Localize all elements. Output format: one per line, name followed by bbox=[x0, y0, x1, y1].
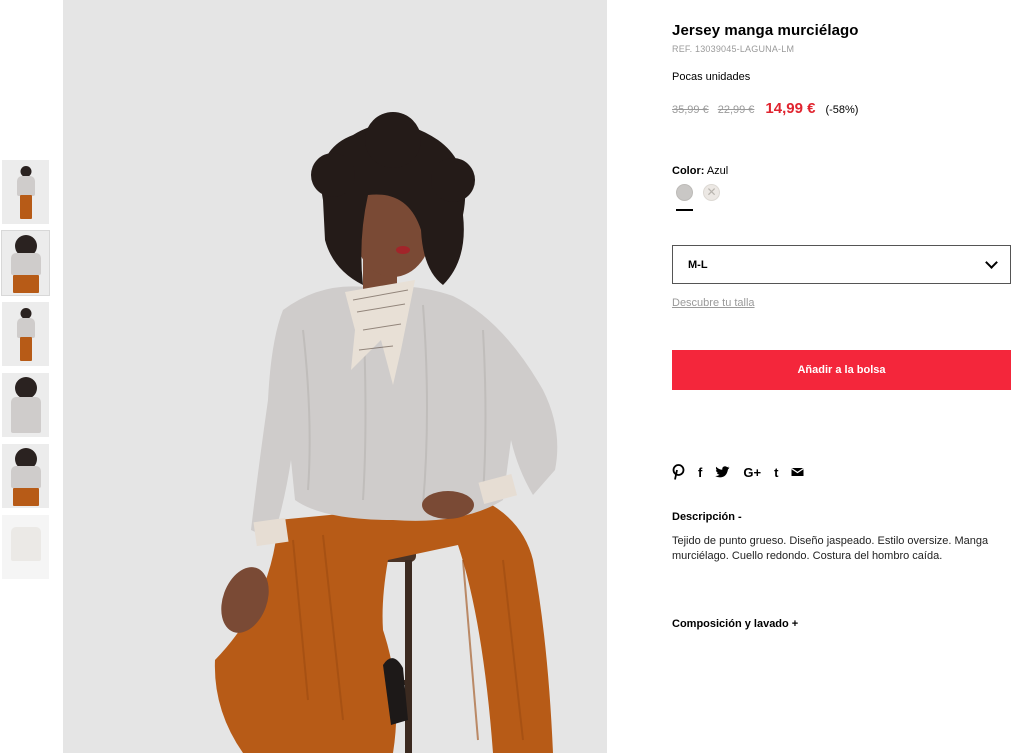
price-previous: 22,99 € bbox=[717, 104, 755, 116]
color-swatch-azul[interactable] bbox=[676, 184, 693, 201]
stock-note: Pocas unidades bbox=[672, 71, 751, 83]
thumbnail-4[interactable] bbox=[2, 373, 49, 437]
twitter-icon[interactable] bbox=[715, 463, 730, 481]
color-label: Color: bbox=[672, 165, 705, 177]
thumb-model-pants bbox=[19, 337, 32, 361]
thumbnail-1[interactable] bbox=[2, 160, 49, 224]
chevron-down-icon bbox=[985, 255, 998, 269]
description-text: Tejido de punto grueso. Diseño jaspeado.… bbox=[672, 535, 989, 562]
size-selected-value: M-L bbox=[688, 258, 708, 271]
product-title: Jersey manga murciélago bbox=[672, 22, 859, 39]
color-label-row: Color: Azul bbox=[672, 165, 728, 177]
size-select[interactable]: M-L bbox=[672, 245, 1011, 284]
thumb-model-pants bbox=[12, 275, 39, 293]
thumb-model-pants bbox=[12, 488, 39, 506]
thumb-model-pants bbox=[19, 195, 32, 219]
thumb-garment bbox=[10, 527, 41, 561]
thumb-model-sweater bbox=[10, 466, 41, 488]
thumb-model-sweater bbox=[16, 318, 35, 338]
main-product-photo[interactable] bbox=[63, 0, 607, 753]
unavailable-x-icon: ✕ bbox=[706, 185, 717, 199]
composition-toggle[interactable]: Composición y lavado + bbox=[672, 618, 798, 630]
price-block: 35,99 € 22,99 € 14,99 € (-58%) bbox=[672, 100, 858, 117]
selected-swatch-indicator bbox=[676, 209, 693, 211]
color-swatch-unavailable[interactable]: ✕ bbox=[703, 184, 720, 201]
description-toggle[interactable]: Descripción - bbox=[672, 511, 742, 523]
facebook-icon[interactable]: f bbox=[698, 463, 702, 481]
thumbnail-3[interactable] bbox=[2, 302, 49, 366]
google-plus-icon[interactable]: G+ bbox=[743, 463, 761, 481]
thumb-model-sweater bbox=[16, 176, 35, 196]
discount-badge: (-58%) bbox=[825, 104, 859, 116]
color-selected: Azul bbox=[706, 165, 729, 177]
thumb-model-head bbox=[14, 377, 37, 399]
thumbnail-list bbox=[1, 160, 50, 586]
price-original: 35,99 € bbox=[672, 104, 709, 116]
email-icon[interactable] bbox=[791, 463, 805, 481]
price-current: 14,99 € bbox=[765, 100, 816, 117]
size-guide-link[interactable]: Descubre tu talla bbox=[672, 297, 755, 309]
share-icons: f G+ t bbox=[672, 463, 817, 481]
product-reference: REF. 13039045-LAGUNA-LM bbox=[672, 44, 795, 54]
add-to-bag-button[interactable]: Añadir a la bolsa bbox=[672, 350, 1011, 390]
pinterest-icon[interactable] bbox=[672, 463, 685, 481]
model-illustration bbox=[214, 112, 558, 753]
thumbnail-2[interactable] bbox=[1, 230, 50, 296]
tumblr-icon[interactable]: t bbox=[774, 463, 778, 481]
thumb-model-sweater bbox=[10, 397, 41, 433]
thumbnail-5[interactable] bbox=[2, 444, 49, 508]
thumbnail-6[interactable] bbox=[2, 515, 49, 579]
thumb-model-sweater bbox=[10, 253, 41, 275]
